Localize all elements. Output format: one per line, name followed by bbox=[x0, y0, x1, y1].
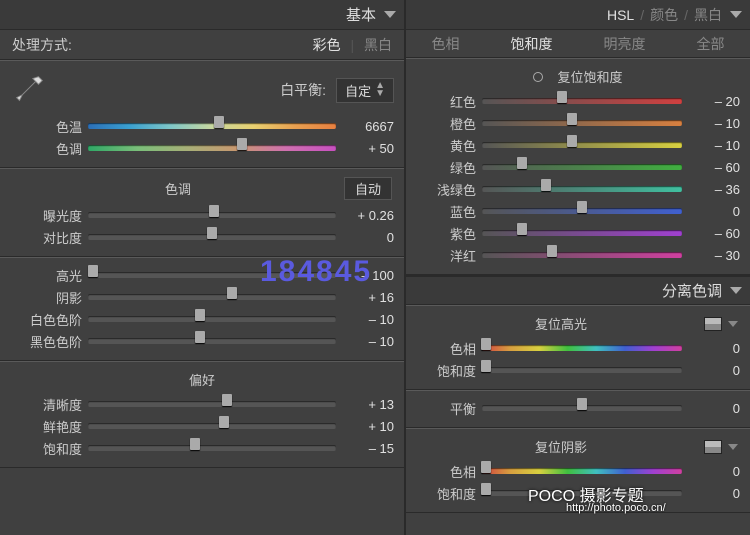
clarity-slider[interactable]: 清晰度 + 13 bbox=[10, 393, 394, 415]
subtab-all[interactable]: 全部 bbox=[697, 34, 725, 54]
sat-orange-slider[interactable]: 橙色– 10 bbox=[416, 112, 740, 134]
saturation-section: 复位饱和度 红色– 20 橙色– 10 黄色– 10 绿色– 60 浅绿色– 3… bbox=[406, 58, 750, 275]
auto-button[interactable]: 自动 bbox=[344, 177, 392, 200]
eyedropper-icon[interactable] bbox=[10, 71, 48, 109]
reset-highlights-title[interactable]: 复位高光 bbox=[418, 314, 704, 333]
reset-shadows-title[interactable]: 复位阴影 bbox=[418, 437, 704, 456]
subtab-hue[interactable]: 色相 bbox=[432, 34, 460, 54]
shadow-swatch-icon[interactable] bbox=[704, 440, 722, 454]
subtab-luminance[interactable]: 明亮度 bbox=[604, 34, 646, 54]
split-shadows-section: 复位阴影 色相0 饱和度0 bbox=[406, 428, 750, 513]
blacks-slider[interactable]: 黑色色阶 – 10 bbox=[10, 330, 394, 352]
sat-aqua-slider[interactable]: 浅绿色– 36 bbox=[416, 178, 740, 200]
chevron-down-icon[interactable] bbox=[728, 321, 738, 327]
target-adjust-icon[interactable] bbox=[533, 72, 543, 82]
sh-hue-slider[interactable]: 色相0 bbox=[416, 460, 740, 482]
tab-color[interactable]: 颜色 bbox=[650, 5, 678, 25]
wb-label: 白平衡: bbox=[48, 80, 336, 100]
highlight-swatch-icon[interactable] bbox=[704, 317, 722, 331]
collapse-icon[interactable] bbox=[730, 287, 742, 294]
tone-detail-section: 高光 – 100 阴影 + 16 白色色阶 – 10 黑色色阶 – 10 bbox=[0, 257, 404, 361]
vibrance-slider[interactable]: 鲜艳度 + 10 bbox=[10, 415, 394, 437]
presence-title: 偏好 bbox=[10, 368, 394, 393]
collapse-icon[interactable] bbox=[730, 11, 742, 18]
sat-red-slider[interactable]: 红色– 20 bbox=[416, 90, 740, 112]
sat-purple-slider[interactable]: 紫色– 60 bbox=[416, 222, 740, 244]
tab-hsl[interactable]: HSL bbox=[607, 7, 634, 23]
panel-title: 基本 bbox=[346, 4, 376, 25]
hl-sat-slider[interactable]: 饱和度0 bbox=[416, 359, 740, 381]
contrast-slider[interactable]: 对比度 0 bbox=[10, 226, 394, 248]
tone-section: 色调 自动 曝光度 + 0.26 对比度 0 bbox=[0, 168, 404, 257]
basic-panel: 基本 处理方式: 彩色 | 黑白 白平衡: 自定 ▲▼ 色温 6667 色调 bbox=[0, 0, 404, 535]
wb-dropdown[interactable]: 自定 ▲▼ bbox=[336, 78, 394, 103]
reset-saturation-title[interactable]: 复位饱和度 bbox=[557, 67, 622, 86]
temp-slider[interactable]: 色温 6667 bbox=[10, 115, 394, 137]
saturation-slider[interactable]: 饱和度 – 15 bbox=[10, 437, 394, 459]
exposure-slider[interactable]: 曝光度 + 0.26 bbox=[10, 204, 394, 226]
split-toning-title: 分离色调 bbox=[662, 280, 722, 301]
collapse-icon[interactable] bbox=[384, 11, 396, 18]
highlights-slider[interactable]: 高光 – 100 bbox=[10, 264, 394, 286]
treatment-row: 处理方式: 彩色 | 黑白 bbox=[0, 30, 404, 60]
split-balance-section: 平衡0 bbox=[406, 390, 750, 428]
hsl-panel-header[interactable]: HSL / 颜色 / 黑白 bbox=[406, 0, 750, 30]
sat-magenta-slider[interactable]: 洋红– 30 bbox=[416, 244, 740, 266]
subtab-saturation[interactable]: 饱和度 bbox=[511, 34, 553, 54]
treatment-label: 处理方式: bbox=[12, 35, 72, 55]
whites-slider[interactable]: 白色色阶 – 10 bbox=[10, 308, 394, 330]
hsl-panel: HSL / 颜色 / 黑白 色相 饱和度 明亮度 全部 复位饱和度 红色– 20… bbox=[404, 0, 750, 535]
balance-slider[interactable]: 平衡0 bbox=[416, 397, 740, 419]
sh-sat-slider[interactable]: 饱和度0 bbox=[416, 482, 740, 504]
sat-blue-slider[interactable]: 蓝色0 bbox=[416, 200, 740, 222]
basic-panel-header[interactable]: 基本 bbox=[0, 0, 404, 30]
wb-value: 自定 bbox=[345, 81, 371, 100]
tone-title: 色调 bbox=[12, 179, 344, 198]
hsl-subtabs: 色相 饱和度 明亮度 全部 bbox=[406, 30, 750, 58]
split-toning-header[interactable]: 分离色调 bbox=[406, 275, 750, 305]
white-balance-section: 白平衡: 自定 ▲▼ 色温 6667 色调 + 50 bbox=[0, 60, 404, 168]
shadows-slider[interactable]: 阴影 + 16 bbox=[10, 286, 394, 308]
dropdown-arrows-icon: ▲▼ bbox=[375, 82, 385, 98]
sat-green-slider[interactable]: 绿色– 60 bbox=[416, 156, 740, 178]
sat-yellow-slider[interactable]: 黄色– 10 bbox=[416, 134, 740, 156]
treatment-color[interactable]: 彩色 bbox=[313, 37, 341, 53]
tint-slider[interactable]: 色调 + 50 bbox=[10, 137, 394, 159]
chevron-down-icon[interactable] bbox=[728, 444, 738, 450]
treatment-bw[interactable]: 黑白 bbox=[364, 37, 392, 53]
hl-hue-slider[interactable]: 色相0 bbox=[416, 337, 740, 359]
presence-section: 偏好 清晰度 + 13 鲜艳度 + 10 饱和度 – 15 bbox=[0, 361, 404, 468]
split-highlights-section: 复位高光 色相0 饱和度0 bbox=[406, 305, 750, 390]
tab-bw[interactable]: 黑白 bbox=[694, 5, 722, 25]
